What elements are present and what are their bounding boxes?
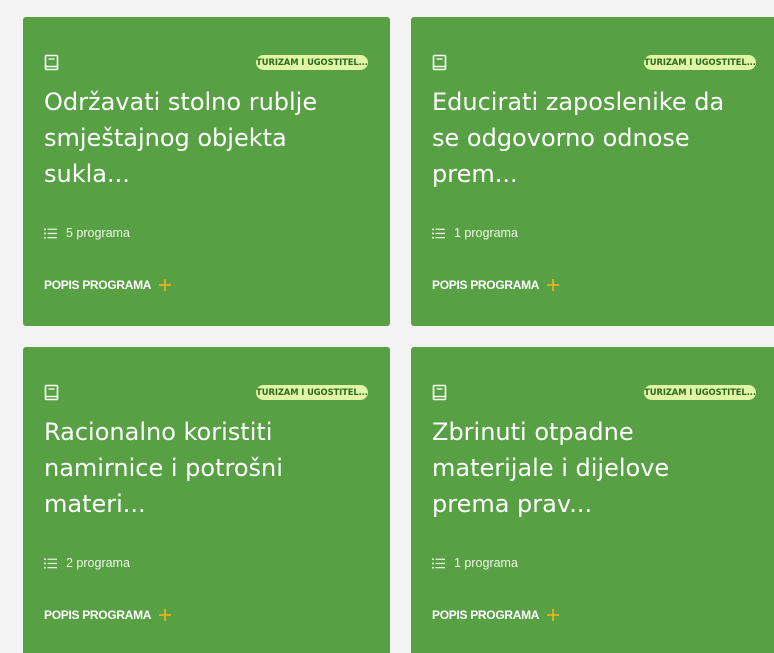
- plus-icon: [547, 609, 560, 621]
- qualification-card[interactable]: TURIZAM I UGOSTITEL... Održavati stolno …: [23, 17, 390, 326]
- popis-programa-label: POPIS PROGRAMA: [432, 608, 540, 622]
- popis-programa-link[interactable]: POPIS PROGRAMA: [44, 276, 172, 294]
- list-icon: [44, 228, 57, 238]
- program-count-row: 2 programa: [44, 555, 130, 571]
- book-icon: [44, 384, 59, 401]
- list-icon: [432, 558, 445, 568]
- sector-badge: TURIZAM I UGOSTITEL...: [256, 55, 368, 70]
- sector-badge: TURIZAM I UGOSTITEL...: [256, 385, 368, 400]
- book-icon: [432, 384, 447, 401]
- card-title[interactable]: Održavati stolno rublje smještajnog obje…: [44, 84, 364, 192]
- plus-icon: [159, 279, 172, 291]
- list-icon: [44, 558, 57, 568]
- program-count-row: 5 programa: [44, 225, 130, 241]
- program-count: 1 programa: [454, 226, 518, 240]
- popis-programa-label: POPIS PROGRAMA: [44, 608, 152, 622]
- popis-programa-link[interactable]: POPIS PROGRAMA: [432, 606, 560, 624]
- book-icon: [432, 54, 447, 71]
- program-count: 2 programa: [66, 556, 130, 570]
- qualification-cards-grid: TURIZAM I UGOSTITEL... Održavati stolno …: [0, 0, 774, 653]
- list-icon: [432, 228, 445, 238]
- qualification-card[interactable]: TURIZAM I UGOSTITEL... Zbrinuti otpadne …: [411, 347, 774, 653]
- popis-programa-link[interactable]: POPIS PROGRAMA: [44, 606, 172, 624]
- card-title[interactable]: Zbrinuti otpadne materijale i dijelove p…: [432, 414, 752, 522]
- qualification-card[interactable]: TURIZAM I UGOSTITEL... Educirati zaposle…: [411, 17, 774, 326]
- sector-badge: TURIZAM I UGOSTITEL...: [644, 385, 756, 400]
- card-title[interactable]: Racionalno koristiti namirnice i potrošn…: [44, 414, 364, 522]
- program-count: 5 programa: [66, 226, 130, 240]
- book-icon: [44, 54, 59, 71]
- sector-badge: TURIZAM I UGOSTITEL...: [644, 55, 756, 70]
- card-title[interactable]: Educirati zaposlenike da se odgovorno od…: [432, 84, 752, 192]
- plus-icon: [159, 609, 172, 621]
- qualification-card[interactable]: TURIZAM I UGOSTITEL... Racionalno korist…: [23, 347, 390, 653]
- popis-programa-link[interactable]: POPIS PROGRAMA: [432, 276, 560, 294]
- program-count-row: 1 programa: [432, 225, 518, 241]
- plus-icon: [547, 279, 560, 291]
- program-count-row: 1 programa: [432, 555, 518, 571]
- program-count: 1 programa: [454, 556, 518, 570]
- popis-programa-label: POPIS PROGRAMA: [432, 278, 540, 292]
- popis-programa-label: POPIS PROGRAMA: [44, 278, 152, 292]
